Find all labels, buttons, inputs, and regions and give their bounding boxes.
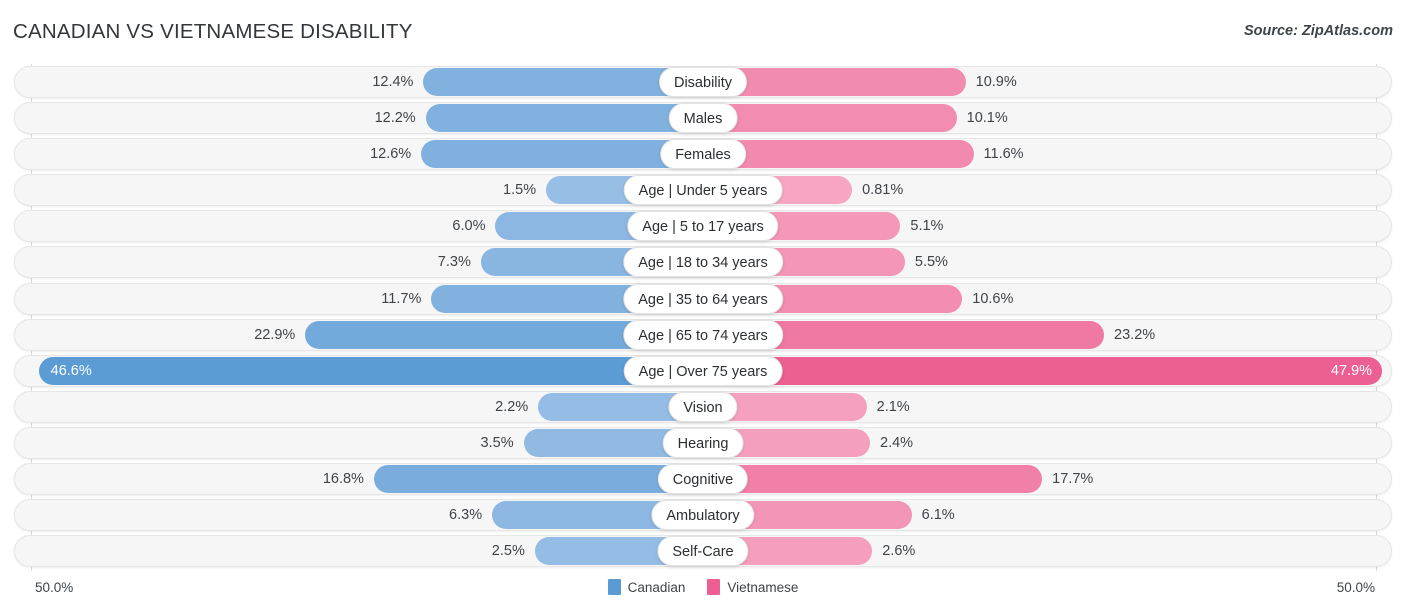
value-label-vietnamese: 23.2%: [1114, 326, 1156, 343]
legend-item[interactable]: Canadian: [607, 579, 686, 595]
category-label-pill[interactable]: Males: [668, 103, 738, 134]
category-label-pill[interactable]: Disability: [658, 67, 748, 97]
legend-swatch-icon: [707, 579, 721, 595]
category-label-pill[interactable]: Age | 18 to 34 years: [623, 247, 783, 278]
chart-row: 2.2% 2.1% Vision: [0, 389, 1406, 425]
value-label-vietnamese: 11.6%: [983, 146, 1024, 163]
category-label-pill[interactable]: Age | 5 to 17 years: [627, 211, 779, 242]
chart-page: CANADIAN VS VIETNAMESE DISABILITY Source…: [0, 0, 1406, 612]
value-label-vietnamese: 2.6%: [882, 543, 916, 560]
bar-canadian[interactable]: [425, 104, 703, 133]
legend-label: Vietnamese: [727, 579, 799, 595]
chart-row: 12.6% 11.6% Females: [0, 136, 1406, 172]
value-label-vietnamese: 10.9%: [975, 74, 1017, 90]
value-label-canadian: 6.0%: [452, 218, 486, 235]
value-label-canadian: 12.2%: [374, 110, 416, 127]
category-label-pill[interactable]: Age | Under 5 years: [623, 175, 783, 206]
value-label-canadian: 12.6%: [370, 146, 412, 163]
chart-row: 22.9% 23.2% Age | 65 to 74 years: [0, 317, 1406, 353]
value-label-vietnamese: 2.4%: [880, 434, 914, 451]
category-label-pill[interactable]: Self-Care: [657, 536, 749, 567]
value-label-canadian: 2.2%: [495, 398, 529, 415]
value-label-vietnamese: 10.1%: [966, 110, 1008, 127]
category-label-pill[interactable]: Age | 35 to 64 years: [623, 283, 783, 314]
value-label-vietnamese: 0.81%: [862, 182, 904, 199]
value-label-canadian: 11.7%: [381, 290, 422, 307]
chart-row: 11.7% 10.6% Age | 35 to 64 years: [0, 281, 1406, 317]
category-label-pill[interactable]: Ambulatory: [651, 500, 755, 531]
value-label-canadian: 12.4%: [372, 74, 414, 90]
value-label-canadian: 2.5%: [491, 543, 525, 560]
value-label-canadian: 6.3%: [449, 507, 483, 524]
chart-row: 3.5% 2.4% Hearing: [0, 425, 1406, 461]
value-label-vietnamese: 6.1%: [921, 507, 955, 524]
value-label-canadian: 22.9%: [254, 326, 296, 343]
value-label-canadian: 1.5%: [503, 182, 537, 199]
value-label-vietnamese: 5.5%: [914, 254, 948, 271]
chart-rows: 12.4% 10.9% Disability 12.2% 10.1% Males 12.6%…: [0, 64, 1406, 569]
category-label-pill[interactable]: Hearing: [662, 427, 744, 458]
bar-vietnamese[interactable]: [703, 104, 957, 133]
chart-row: 6.3% 6.1% Ambulatory: [0, 497, 1406, 533]
chart-row: 6.0% 5.1% Age | 5 to 17 years: [0, 208, 1406, 244]
value-label-vietnamese: 10.6%: [972, 290, 1014, 307]
value-label-canadian: 16.8%: [322, 471, 364, 488]
value-label-canadian: 7.3%: [437, 254, 471, 271]
value-label-vietnamese: 47.9%: [1330, 362, 1372, 379]
value-label-canadian: 46.6%: [50, 362, 92, 379]
chart-row: 7.3% 5.5% Age | 18 to 34 years: [0, 244, 1406, 280]
chart-footer: 50.0% 50.0% Canadian Vietnamese: [0, 575, 1406, 612]
category-label-pill[interactable]: Cognitive: [657, 464, 749, 495]
category-label-pill[interactable]: Females: [660, 139, 746, 170]
legend-item[interactable]: Vietnamese: [707, 579, 798, 595]
bar-canadian[interactable]: [373, 465, 703, 494]
chart-row: 46.6% 47.9% Age | Over 75 years: [0, 353, 1406, 389]
category-label-pill[interactable]: Age | Over 75 years: [623, 355, 783, 386]
bar-vietnamese[interactable]: [703, 356, 1382, 385]
chart-row: 12.2% 10.1% Males: [0, 100, 1406, 136]
bar-canadian[interactable]: [38, 356, 703, 385]
value-label-vietnamese: 17.7%: [1052, 471, 1094, 488]
value-label-vietnamese: 5.1%: [910, 218, 944, 235]
category-label-pill[interactable]: Age | 65 to 74 years: [623, 319, 783, 350]
value-label-canadian: 3.5%: [480, 434, 514, 451]
page-title: CANADIAN VS VIETNAMESE DISABILITY: [13, 20, 413, 43]
chart-row: 16.8% 17.7% Cognitive: [0, 461, 1406, 497]
bar-vietnamese[interactable]: [703, 465, 1043, 494]
chart-row: 1.5% 0.81% Age | Under 5 years: [0, 172, 1406, 208]
chart-row: 2.5% 2.6% Self-Care: [0, 533, 1406, 569]
chart-plot-area: 12.4% 10.9% Disability 12.2% 10.1% Males 12.6%…: [0, 64, 1406, 575]
legend-swatch-icon: [607, 579, 621, 595]
legend-label: Canadian: [627, 579, 686, 595]
category-label-pill[interactable]: Vision: [668, 391, 738, 422]
chart-legend: Canadian Vietnamese: [0, 579, 1406, 595]
value-label-vietnamese: 2.1%: [876, 398, 910, 415]
source-attribution: Source: ZipAtlas.com: [1243, 23, 1393, 39]
chart-row: 12.4% 10.9% Disability: [0, 64, 1406, 100]
